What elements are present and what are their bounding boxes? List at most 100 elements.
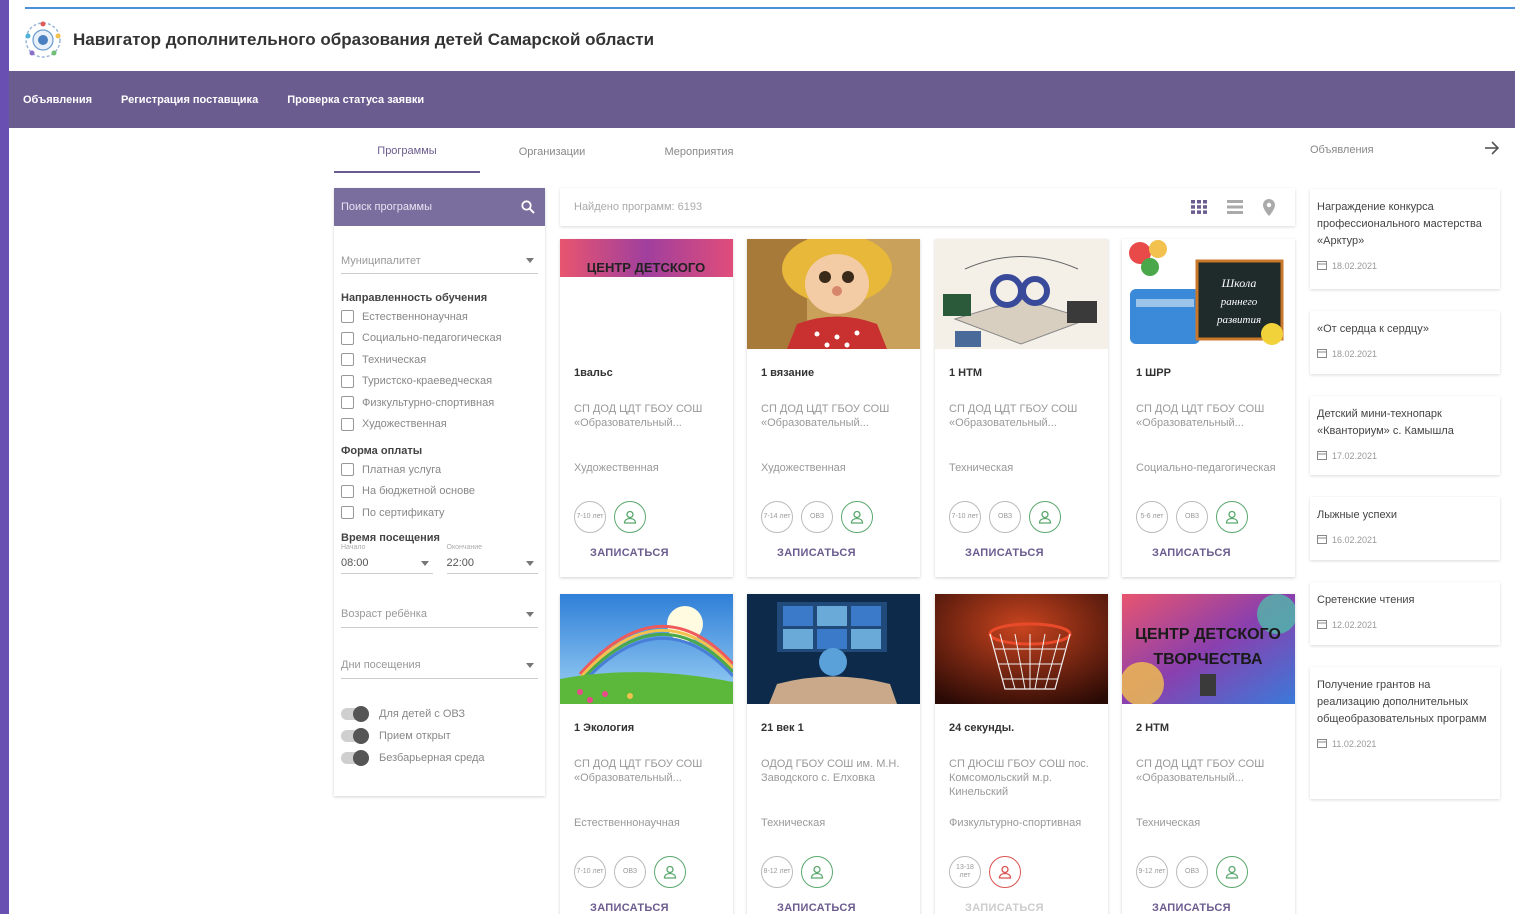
program-title[interactable]: 24 секунды. [949, 722, 1014, 734]
toggle-ovz[interactable]: Для детей с ОВЗ [334, 703, 545, 725]
checkbox[interactable] [341, 310, 354, 324]
toggle-open[interactable]: Прием открыт [334, 725, 545, 747]
enroll-button[interactable]: ЗАПИСАТЬСЯ [1152, 547, 1231, 559]
arrow-right-icon[interactable] [1484, 140, 1500, 160]
direction-option[interactable]: Туристско-краеведческая [334, 371, 545, 393]
direction-option[interactable]: Техническая [334, 349, 545, 371]
search-icon[interactable] [521, 200, 535, 214]
results-count: Найдено программ: 6193 [574, 201, 703, 213]
checkbox[interactable] [341, 396, 354, 410]
time-range: Начало 08:00 Окончание 22:00 [334, 544, 545, 574]
time-end-select[interactable]: 22:00 [446, 554, 538, 574]
checkbox[interactable] [341, 463, 354, 477]
direction-option[interactable]: Естественнонаучная [334, 306, 545, 328]
program-title[interactable]: 1 НТМ [949, 367, 982, 379]
program-image[interactable] [747, 594, 920, 704]
program-image[interactable]: ЦЕНТР ДЕТСКОГО [560, 239, 733, 349]
program-card[interactable]: 1 Экология СП ДОД ЦДТ ГБОУ СОШ «Образова… [560, 594, 733, 914]
program-title[interactable]: 1вальс [574, 367, 613, 379]
site-header: Навигатор дополнительного образования де… [9, 9, 1515, 71]
announcement-title[interactable]: Награждение конкурса профессионального м… [1317, 199, 1493, 250]
checkbox[interactable] [341, 374, 354, 388]
time-start-select[interactable]: 08:00 [341, 554, 433, 574]
search-input[interactable] [341, 201, 501, 213]
announcement-item[interactable]: «От сердца к сердцу» 18.02.2021 [1310, 311, 1500, 374]
enroll-button[interactable]: ЗАПИСАТЬСЯ [965, 547, 1044, 559]
nav-announcements[interactable]: Объявления [23, 94, 92, 106]
checkbox[interactable] [341, 506, 354, 520]
direction-option[interactable]: Художественная [334, 414, 545, 436]
program-title[interactable]: 2 НТМ [1136, 722, 1169, 734]
enroll-button[interactable]: ЗАПИСАТЬСЯ [965, 902, 1044, 914]
checkbox[interactable] [341, 484, 354, 498]
enroll-button[interactable]: ЗАПИСАТЬСЯ [590, 902, 669, 914]
checkbox[interactable] [341, 417, 354, 431]
announcement-date: 18.02.2021 [1317, 260, 1493, 272]
age-badge: 5-6 лет [1136, 501, 1168, 533]
direction-option[interactable]: Социально-педагогическая [334, 328, 545, 350]
toggle-switch[interactable] [341, 727, 369, 744]
municipality-select[interactable]: Муниципалитет [341, 248, 538, 274]
announcement-item[interactable]: Сретенские чтения 12.02.2021 [1310, 582, 1500, 645]
toggle-switch[interactable] [341, 749, 369, 766]
program-title[interactable]: 1 вязание [761, 367, 814, 379]
tab-organizations[interactable]: Организации [480, 130, 624, 173]
enroll-button[interactable]: ЗАПИСАТЬСЯ [777, 902, 856, 914]
map-pin-icon[interactable] [1263, 198, 1275, 216]
announcement-item[interactable]: Получение грантов на реализацию дополнит… [1310, 667, 1500, 799]
checkbox[interactable] [341, 331, 354, 345]
announcement-title[interactable]: Получение грантов на реализацию дополнит… [1317, 677, 1493, 728]
nav-provider-registration[interactable]: Регистрация поставщика [121, 94, 258, 106]
announcement-title[interactable]: Сретенские чтения [1317, 592, 1493, 609]
payment-option[interactable]: По сертификату [334, 502, 545, 524]
user-icon [614, 501, 646, 533]
enroll-button[interactable]: ЗАПИСАТЬСЯ [777, 547, 856, 559]
program-direction: Естественнонаучная [574, 817, 680, 829]
program-card[interactable]: 1 вязание СП ДОД ЦДТ ГБОУ СОШ «Образоват… [747, 239, 920, 577]
enroll-button[interactable]: ЗАПИСАТЬСЯ [590, 547, 669, 559]
toggle-barrier-free[interactable]: Безбарьерная среда [334, 747, 545, 769]
program-card[interactable]: 24 секунды. СП ДЮСШ ГБОУ СОШ пос. Комсом… [935, 594, 1108, 914]
toggle-switch[interactable] [341, 705, 369, 722]
logo-icon[interactable] [23, 20, 63, 60]
announcement-item[interactable]: Лыжные успехи 16.02.2021 [1310, 497, 1500, 560]
announcement-title[interactable]: Детский мини-технопарк «Кванториум» с. К… [1317, 406, 1493, 440]
enroll-button[interactable]: ЗАПИСАТЬСЯ [1152, 902, 1231, 914]
announcement-title[interactable]: Лыжные успехи [1317, 507, 1493, 524]
program-image[interactable] [560, 594, 733, 704]
grid-view-icon[interactable] [1191, 200, 1207, 214]
program-image[interactable] [935, 594, 1108, 704]
announcement-item[interactable]: Награждение конкурса профессионального м… [1310, 189, 1500, 289]
age-badge: 7-10 лет [949, 501, 981, 533]
days-select[interactable]: Дни посещения [341, 653, 538, 679]
payment-option[interactable]: На бюджетной основе [334, 481, 545, 503]
age-select-label: Возраст ребёнка [341, 608, 427, 620]
age-select[interactable]: Возраст ребёнка [341, 602, 538, 628]
tab-events[interactable]: Мероприятия [624, 130, 774, 173]
announcement-title[interactable]: «От сердца к сердцу» [1317, 321, 1493, 338]
user-icon [654, 856, 686, 888]
program-image[interactable] [935, 239, 1108, 349]
program-card[interactable]: Школа раннего развития 1 ШРР СП ДОД ЦДТ … [1122, 239, 1295, 577]
direction-option[interactable]: Физкультурно-спортивная [334, 392, 545, 414]
program-card[interactable]: 21 век 1 ОДОД ГБОУ СОШ им. М.Н. Заводско… [747, 594, 920, 914]
list-view-icon[interactable] [1227, 200, 1243, 214]
program-title[interactable]: 1 ШРР [1136, 367, 1171, 379]
checkbox[interactable] [341, 353, 354, 367]
program-badges: 7-10 лет [574, 501, 646, 533]
program-title[interactable]: 21 век 1 [761, 722, 804, 734]
payment-option[interactable]: Платная услуга [334, 459, 545, 481]
program-title[interactable]: 1 Экология [574, 722, 634, 734]
toggle-label: Безбарьерная среда [379, 751, 485, 764]
program-card[interactable]: ЦЕНТР ДЕТСКОГО ТВОРЧЕСТВА 2 НТМ СП ДОД Ц… [1122, 594, 1295, 914]
program-image[interactable]: ЦЕНТР ДЕТСКОГО ТВОРЧЕСТВА [1122, 594, 1295, 704]
nav-application-status[interactable]: Проверка статуса заявки [287, 94, 424, 106]
announcement-item[interactable]: Детский мини-технопарк «Кванториум» с. К… [1310, 396, 1500, 475]
tab-programs[interactable]: Программы [334, 130, 480, 173]
program-image[interactable]: Школа раннего развития [1122, 239, 1295, 349]
user-icon [989, 856, 1021, 888]
program-card[interactable]: ЦЕНТР ДЕТСКОГО 1вальс СП ДОД ЦДТ ГБОУ СО… [560, 239, 733, 577]
program-image[interactable] [747, 239, 920, 349]
program-card[interactable]: 1 НТМ СП ДОД ЦДТ ГБОУ СОШ «Образовательн… [935, 239, 1108, 577]
catalog-tabs: Программы Организации Мероприятия [334, 130, 814, 173]
